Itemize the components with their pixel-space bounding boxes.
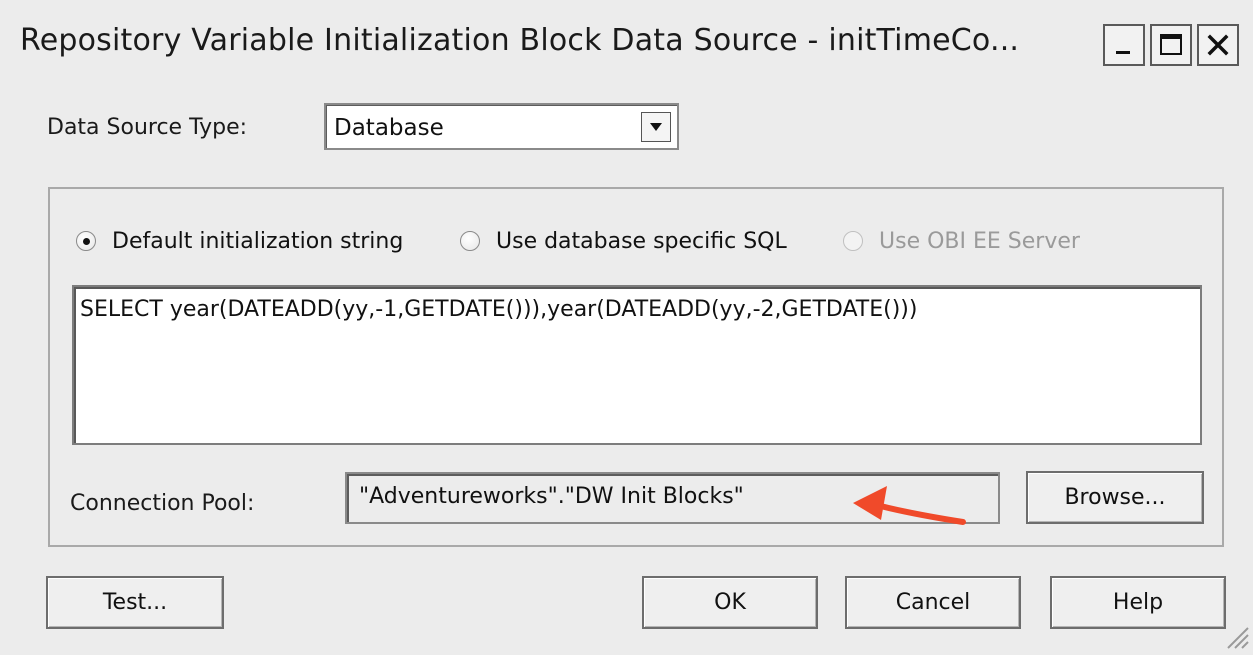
radio-database-specific-sql-label: Use database specific SQL xyxy=(496,228,787,254)
connection-pool-value: "Adventureworks"."DW Init Blocks" xyxy=(359,484,744,509)
browse-button[interactable]: Browse... xyxy=(1026,471,1204,524)
minimize-icon xyxy=(1116,51,1130,54)
radio-use-obiee-server: Use OBI EE Server xyxy=(843,227,1080,255)
data-source-type-select[interactable]: Database xyxy=(324,103,679,150)
test-button[interactable]: Test... xyxy=(46,576,224,629)
resize-grip-icon[interactable] xyxy=(1222,622,1250,650)
data-source-type-label: Data Source Type: xyxy=(47,115,248,140)
maximize-button[interactable] xyxy=(1150,24,1192,66)
maximize-icon xyxy=(1160,34,1182,55)
radio-use-obiee-server-label: Use OBI EE Server xyxy=(879,228,1080,254)
radio-disabled-icon xyxy=(843,231,863,251)
data-source-type-value: Database xyxy=(334,115,444,141)
radio-database-specific-sql[interactable]: Use database specific SQL xyxy=(460,227,787,255)
dropdown-arrow-button[interactable] xyxy=(641,112,671,142)
close-button[interactable] xyxy=(1197,24,1239,66)
window-title: Repository Variable Initialization Block… xyxy=(20,23,1020,58)
cancel-button[interactable]: Cancel xyxy=(845,576,1021,629)
title-bar[interactable]: Repository Variable Initialization Block… xyxy=(0,0,1253,78)
radio-selected-icon xyxy=(76,231,96,251)
annotation-arrow-icon xyxy=(853,486,966,525)
ok-button[interactable]: OK xyxy=(642,576,818,629)
connection-pool-label: Connection Pool: xyxy=(70,491,255,516)
dialog-window: Repository Variable Initialization Block… xyxy=(0,0,1253,655)
sql-textarea[interactable]: SELECT year(DATEADD(yy,-1,GETDATE())),ye… xyxy=(72,285,1202,445)
radio-default-init-string[interactable]: Default initialization string xyxy=(76,227,403,255)
sql-text: SELECT year(DATEADD(yy,-1,GETDATE())),ye… xyxy=(80,297,918,322)
minimize-button[interactable] xyxy=(1103,24,1145,66)
close-icon xyxy=(1207,34,1229,56)
radio-default-init-string-label: Default initialization string xyxy=(112,228,404,254)
radio-unselected-icon xyxy=(460,231,480,251)
chevron-down-icon xyxy=(650,123,662,131)
help-button[interactable]: Help xyxy=(1050,576,1226,629)
